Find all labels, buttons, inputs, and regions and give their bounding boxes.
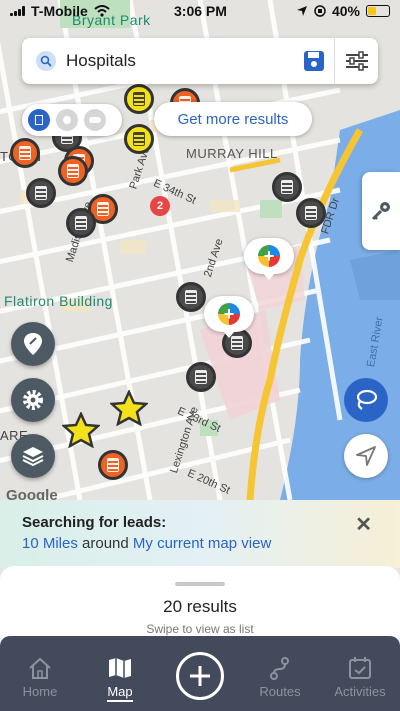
- routes-icon: [270, 657, 289, 680]
- lead-pin[interactable]: [186, 362, 216, 392]
- carrier-name: T-Mobile: [31, 3, 88, 19]
- tab-routes-label: Routes: [259, 684, 301, 699]
- around-text: around: [82, 535, 129, 552]
- wifi-icon: [94, 5, 110, 17]
- radius-link[interactable]: 10 Miles: [22, 535, 78, 552]
- plus-icon: +: [218, 303, 240, 325]
- place-type-toggle[interactable]: [22, 104, 122, 136]
- tab-home[interactable]: Home: [0, 636, 80, 711]
- flatiron-label: Flatiron Building: [4, 293, 113, 309]
- tab-activities-label: Activities: [334, 684, 386, 699]
- plus-icon: [176, 651, 224, 700]
- map-icon: [109, 658, 131, 678]
- tab-map[interactable]: Map: [80, 636, 160, 711]
- lead-pin[interactable]: [124, 84, 154, 114]
- navigation-arrow-icon: [356, 446, 376, 466]
- cluster-badge[interactable]: 2: [150, 196, 170, 216]
- lead-pin[interactable]: [296, 198, 326, 228]
- tab-map-label: Map: [107, 684, 133, 702]
- tab-activities[interactable]: Activities: [320, 636, 400, 711]
- search-icon: [36, 51, 56, 71]
- location-arrow-icon: [296, 6, 307, 16]
- clock: 3:06 PM: [174, 3, 227, 19]
- my-location-button[interactable]: [344, 434, 388, 478]
- building-icon: [97, 202, 109, 216]
- activities-icon: [349, 657, 371, 679]
- building-icon: [133, 92, 145, 106]
- building-icon: [19, 146, 31, 160]
- business-type-icon[interactable]: [28, 109, 50, 131]
- sheet-grabber[interactable]: [175, 582, 225, 586]
- lead-panel-title: Searching for leads:: [22, 514, 167, 531]
- star-pin-icon[interactable]: [110, 390, 148, 426]
- settings-button[interactable]: [11, 378, 55, 422]
- lead-pin[interactable]: [26, 178, 56, 208]
- building-icon: [107, 458, 119, 472]
- lead-pin[interactable]: [58, 156, 88, 186]
- building-icon: [75, 216, 87, 230]
- filter-button[interactable]: [334, 38, 378, 84]
- pin-edit-icon: [24, 333, 42, 355]
- lead-pin[interactable]: [98, 450, 128, 480]
- vehicle-type-icon[interactable]: [84, 109, 106, 131]
- tab-home-label: Home: [22, 684, 58, 699]
- location-link[interactable]: My current map view: [133, 535, 271, 552]
- app-screen: Bryant Park MURRAY HILL Flatiron Buildin…: [0, 0, 400, 711]
- results-hint: Swipe to view as list: [146, 622, 254, 636]
- star-pin-icon[interactable]: [62, 412, 100, 448]
- key-icon: [371, 202, 390, 221]
- sliders-icon: [345, 51, 368, 71]
- results-count: 20 results: [163, 597, 237, 616]
- search-bar[interactable]: Hospitals: [22, 38, 378, 84]
- building-icon: [195, 370, 207, 384]
- save-icon[interactable]: [294, 38, 334, 84]
- building-icon: [305, 206, 317, 220]
- building-icon: [133, 132, 145, 146]
- lead-pin[interactable]: [272, 172, 302, 202]
- rotation-lock-icon: [314, 5, 326, 17]
- lasso-icon: [356, 389, 378, 410]
- building-icon: [231, 336, 243, 350]
- results-sheet[interactable]: 20 results Swipe to view as list: [0, 566, 400, 646]
- lasso-button[interactable]: [344, 378, 388, 422]
- person-type-icon[interactable]: [56, 109, 78, 131]
- gear-icon: [23, 390, 43, 410]
- lead-pin[interactable]: [66, 208, 96, 238]
- murray-hill-label: MURRAY HILL: [186, 146, 278, 161]
- add-pin-button[interactable]: [11, 322, 55, 366]
- add-button[interactable]: [160, 636, 240, 711]
- signal-icon: [10, 6, 25, 16]
- layers-button[interactable]: [11, 434, 55, 478]
- google-logo: Google: [6, 487, 58, 500]
- battery-percent: 40%: [331, 3, 360, 19]
- building-icon: [35, 186, 47, 200]
- add-place-marker[interactable]: +: [244, 238, 294, 280]
- close-icon[interactable]: ✕: [355, 512, 372, 537]
- building-icon: [281, 180, 293, 194]
- lead-search-panel: Searching for leads: 10 Miles around My …: [0, 500, 400, 568]
- home-icon: [29, 657, 51, 679]
- battery-icon: [366, 5, 390, 17]
- plus-icon: +: [258, 245, 280, 267]
- lead-panel-subtitle: 10 Miles around My current map view: [22, 535, 271, 552]
- lead-pin[interactable]: [176, 282, 206, 312]
- lead-pin[interactable]: [10, 138, 40, 168]
- layers-icon: [22, 447, 44, 467]
- tab-routes[interactable]: Routes: [240, 636, 320, 711]
- tab-bar: Home Map Routes Activities: [0, 636, 400, 711]
- building-icon: [185, 290, 197, 304]
- building-icon: [67, 164, 79, 178]
- search-input[interactable]: Hospitals: [66, 51, 294, 71]
- add-place-marker[interactable]: +: [204, 296, 254, 338]
- key-panel-tab[interactable]: [362, 172, 400, 250]
- get-more-results-button[interactable]: Get more results: [154, 102, 312, 136]
- status-bar: T-Mobile 3:06 PM 40%: [0, 0, 400, 22]
- lead-pin[interactable]: [124, 124, 154, 154]
